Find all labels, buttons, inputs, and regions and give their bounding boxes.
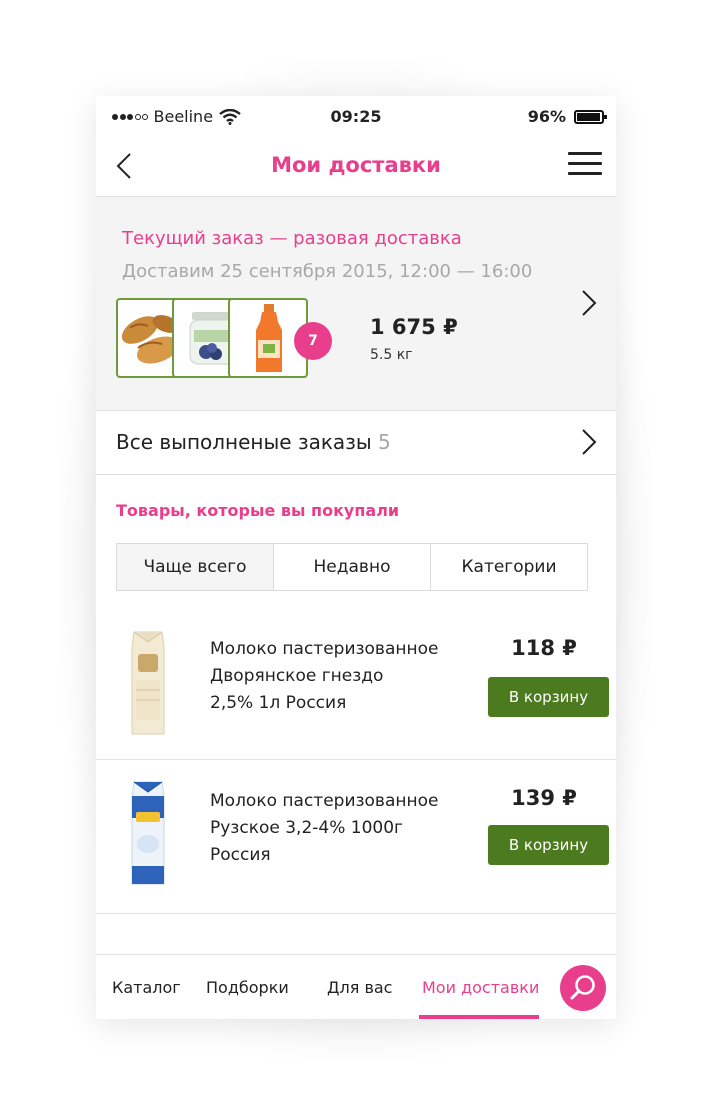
signal-strength-icon	[112, 113, 150, 120]
all-orders-row[interactable]: Все выполненые заказы 5	[96, 411, 616, 475]
delivery-window: Доставим 25 сентября 2015, 12:00 — 16:00	[122, 261, 533, 282]
milk-carton-image	[131, 631, 165, 735]
product-name-line: Молоко пастеризованное	[210, 791, 439, 811]
carrier-name: Beeline	[153, 107, 214, 126]
product-name-line: Рузское 3,2-4% 1000г	[210, 818, 403, 838]
battery-percent: 96%	[527, 107, 566, 126]
all-orders-label-wrap: Все выполненые заказы 5	[116, 430, 391, 454]
tab-recent[interactable]: Недавно	[274, 544, 431, 590]
purchased-section-title: Товары, которые вы покупали	[116, 501, 400, 520]
all-orders-label: Все выполненые заказы	[116, 430, 372, 454]
current-order-title: Текущий заказ — разовая доставка	[122, 228, 462, 249]
carrier: Beeline	[112, 107, 241, 126]
tab-catalog[interactable]: Каталог	[112, 978, 181, 997]
current-order-card[interactable]: Текущий заказ — разовая доставка Достави…	[96, 197, 616, 411]
order-total: 1 675 ₽	[370, 315, 458, 339]
navigation-bar: Мои доставки	[96, 136, 616, 197]
order-weight: 5.5 кг	[370, 347, 413, 363]
tab-most-often[interactable]: Чаще всего	[117, 544, 274, 590]
product-name: Молоко пастеризованное Дворянское гнездо…	[210, 636, 470, 717]
battery-icon	[574, 109, 607, 124]
add-to-cart-button[interactable]: В корзину	[488, 677, 609, 717]
product-name-line: Россия	[210, 845, 271, 865]
purchased-filter-tabs: Чаще всего Недавно Категории	[116, 543, 588, 591]
chevron-right-icon	[582, 290, 597, 316]
product-row[interactable]: Молоко пастеризованное Рузское 3,2-4% 10…	[96, 760, 616, 914]
tab-for-you[interactable]: Для вас	[327, 978, 392, 997]
product-price: 118 ₽	[511, 636, 577, 660]
tab-collections[interactable]: Подборки	[206, 978, 289, 997]
hamburger-menu-icon[interactable]	[568, 152, 602, 180]
search-button[interactable]	[560, 965, 606, 1011]
tab-my-deliveries[interactable]: Мои доставки	[422, 978, 539, 997]
product-price: 139 ₽	[511, 786, 577, 810]
back-arrow-icon[interactable]	[110, 150, 140, 182]
tab-categories[interactable]: Категории	[431, 544, 587, 590]
product-row[interactable]: Молоко пастеризованное Дворянское гнездо…	[96, 606, 616, 760]
page-title: Мои доставки	[271, 153, 441, 177]
add-to-cart-button[interactable]: В корзину	[488, 825, 609, 865]
all-orders-count: 5	[377, 430, 391, 454]
status-bar: Beeline 09:25 96%	[96, 96, 616, 136]
battery-status: 96%	[527, 107, 607, 126]
product-name-line: Дворянское гнездо	[210, 666, 384, 686]
product-name-line: 2,5% 1л Россия	[210, 693, 347, 713]
wifi-icon	[219, 108, 241, 125]
milk-carton-image	[131, 781, 165, 885]
order-items-thumbnails	[116, 298, 308, 380]
search-icon	[570, 975, 595, 1000]
active-tab-indicator	[419, 1015, 539, 1019]
product-name: Молоко пастеризованное Рузское 3,2-4% 10…	[210, 788, 470, 869]
bottom-tab-bar: Каталог Подборки Для вас Мои доставки	[96, 954, 616, 1019]
product-name-line: Молоко пастеризованное	[210, 639, 439, 659]
phone-screen: Beeline 09:25 96% Мои доставки Текущий з…	[96, 96, 616, 1019]
chevron-right-icon	[582, 429, 597, 455]
items-count-badge: 7	[294, 322, 332, 360]
